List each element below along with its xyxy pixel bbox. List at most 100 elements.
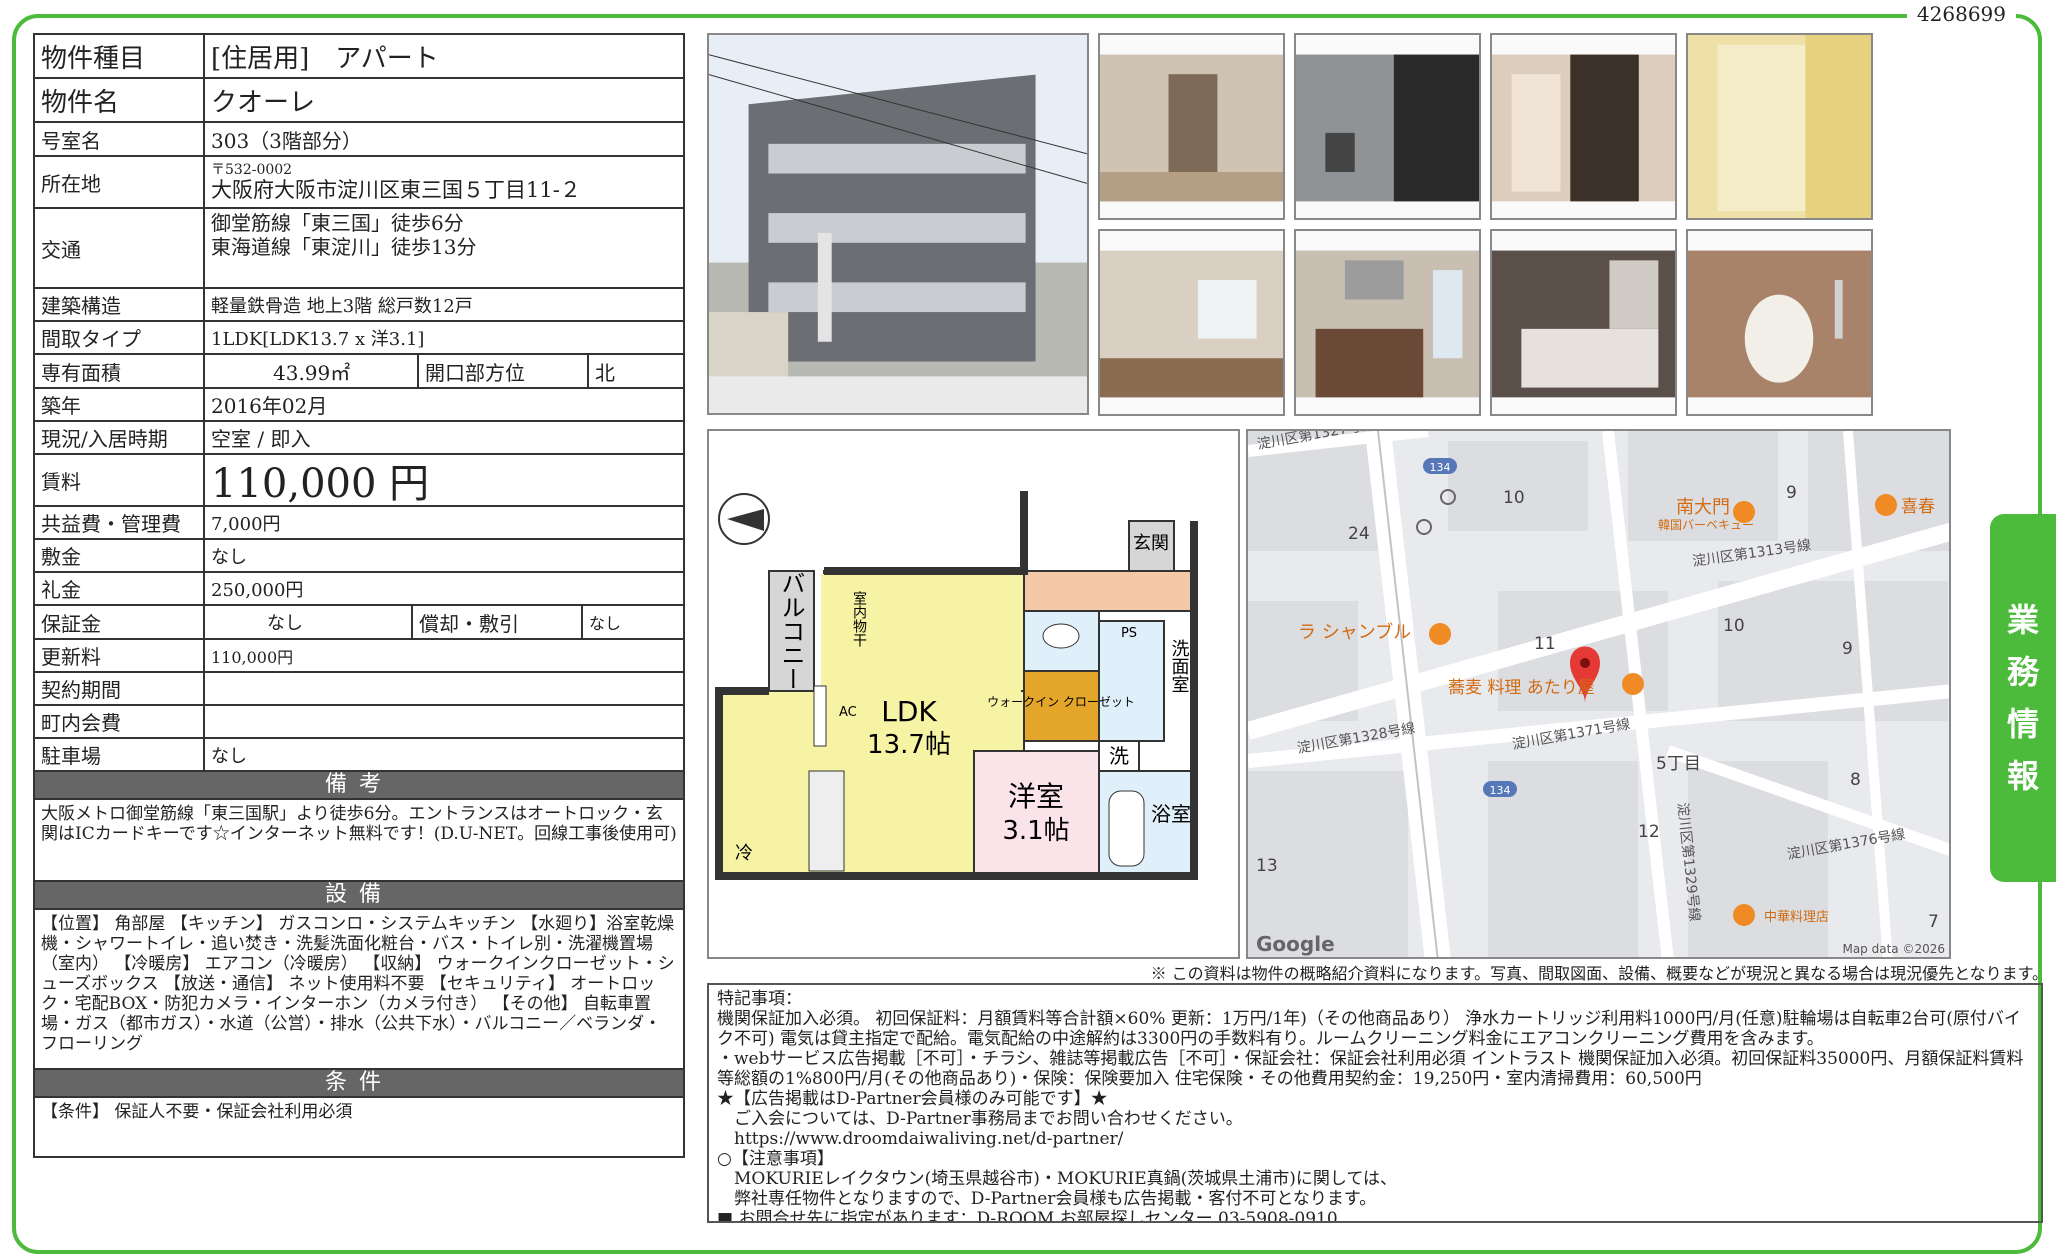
thumbnail-entrance[interactable] <box>1294 33 1481 220</box>
value-key-money: 250,000円 <box>211 579 304 601</box>
value-deposit: なし <box>211 546 247 568</box>
hallway-image <box>1100 35 1283 218</box>
row-deposit: 敷金 なし <box>35 540 683 573</box>
tab-char-4: 報 <box>2006 757 2039 795</box>
access-line-1: 御堂筋線「東三国」徒歩6分 <box>211 211 464 235</box>
entrance-image <box>1296 35 1479 218</box>
value-area: 43.99㎡ 開口部方位 北 <box>205 355 683 387</box>
row-area: 専有面積 43.99㎡ 開口部方位 北 <box>35 355 683 389</box>
conditions-body: 【条件】 保証人不要・保証会社利用必須 <box>41 1102 353 1122</box>
map-label-20: 12 <box>1638 822 1660 842</box>
amortization-value: なし <box>588 614 621 633</box>
area-value: 43.99㎡ <box>267 355 419 387</box>
label-room: 号室名 <box>35 123 205 155</box>
thumbnail-storage[interactable] <box>1686 33 1873 220</box>
value-room: 303（3階部分） <box>211 128 362 153</box>
ac-label: AC <box>839 705 857 720</box>
reference-number: 4268699 <box>1906 2 2016 26</box>
disclaimer-note: ※ この資料は物件の概略紹介資料になります。写真、間取図面、設備、概要などが現況… <box>1150 964 2048 983</box>
label-structure: 建築構造 <box>35 289 205 320</box>
thumbnail-toilet[interactable] <box>1686 229 1873 416</box>
thumbnail-hallway[interactable] <box>1098 33 1285 220</box>
kitchen-image <box>1296 231 1479 414</box>
row-key-money: 礼金 250,000円 <box>35 573 683 606</box>
map-label-19: 134 <box>1490 784 1511 797</box>
conditions-heading: 条件 <box>35 1070 683 1098</box>
western-room-size: 3.1帖 <box>1002 816 1069 846</box>
floor-plan[interactable]: バルコニー 室内物干 AC LDK 13.7帖 ウォークイン クローゼット 玄関… <box>707 429 1240 959</box>
row-town-fee: 町内会費 <box>35 706 683 739</box>
label-opening-direction: 開口部方位 <box>419 355 589 387</box>
row-built: 築年 2016年02月 <box>35 389 683 422</box>
special-remarks-box: 特記事項： 機関保証加入必須。 初回保証料：月額賃料等合計額×60% 更新：1万… <box>707 983 2043 1223</box>
row-name: 物件名 クオーレ <box>35 79 683 123</box>
tab-char-1: 業 <box>2006 601 2039 639</box>
label-rent: 賃料 <box>35 455 205 505</box>
special-remarks-line-6: ○【注意事項】 <box>717 1149 834 1169</box>
tab-char-2: 務 <box>2006 653 2039 691</box>
floor-plan-drawing: バルコニー 室内物干 AC LDK 13.7帖 ウォークイン クローゼット 玄関… <box>715 491 1198 880</box>
map-label-7: 9 <box>1786 483 1797 503</box>
exterior-image <box>709 35 1087 413</box>
map-label-4: 24 <box>1348 524 1370 544</box>
partner-url[interactable]: https://www.droomdaiwaliving.net/d-partn… <box>717 1129 2033 1149</box>
map-label-8: 喜春 <box>1901 497 1935 517</box>
value-fee: 7,000円 <box>211 513 281 535</box>
location-map[interactable]: 淀川区第1327号線 134 10 24 南大門 韓国バーベキュー 9 喜春 淀… <box>1246 429 1951 959</box>
row-address: 所在地 〒532-0002 大阪府大阪市淀川区東三国５丁目11-２ <box>35 157 683 209</box>
exterior-photo[interactable] <box>707 33 1089 415</box>
balcony-label: バルコニー <box>777 571 805 691</box>
label-town-fee: 町内会費 <box>35 706 205 737</box>
thumbnail-shoe-closet[interactable] <box>1490 33 1677 220</box>
value-renewal: 110,000円 <box>211 647 294 667</box>
map-attribution: Map data ©2026 <box>1842 942 1945 956</box>
business-info-tab[interactable]: 業 務 情 報 <box>1990 514 2056 882</box>
walk-in-closet-label: ウォークイン クローゼット <box>987 695 1135 709</box>
label-parking: 駐車場 <box>35 739 205 770</box>
washer-label: 洗 <box>1109 744 1129 768</box>
value-parking: なし <box>211 745 247 767</box>
map-label-11: 11 <box>1534 634 1556 654</box>
guarantee-value: なし <box>261 606 413 638</box>
special-remarks-line-2: ・webサービス広告掲載［不可］・チラシ、雑誌等掲載広告［不可］・保証会社：保証… <box>717 1049 2024 1089</box>
equipment-body: 【位置】 角部屋 【キッチン】 ガスコンロ・システムキッチン 【水廻り】浴室乾燥… <box>35 910 683 1070</box>
entrance-label: 玄関 <box>1133 533 1169 554</box>
map-canvas: 淀川区第1327号線 134 10 24 南大門 韓国バーベキュー 9 喜春 淀… <box>1248 431 1949 957</box>
label-contract: 契約期間 <box>35 673 205 704</box>
google-logo: Google <box>1256 932 1335 956</box>
value-rent: 110,000 円 <box>211 461 430 507</box>
spec-table: 物件種目 [住居用] アパート 物件名 クオーレ 号室名 303（3階部分） 所… <box>33 33 685 1158</box>
row-rent: 賃料 110,000 円 <box>35 455 683 507</box>
western-room-label: 洋室 <box>1008 780 1064 813</box>
equipment-heading: 設備 <box>35 882 683 910</box>
label-deposit: 敷金 <box>35 540 205 571</box>
value-address: 〒532-0002 大阪府大阪市淀川区東三国５丁目11-２ <box>205 157 683 207</box>
label-amortization: 償却・敷引 <box>413 606 583 638</box>
label-status: 現況/入居時期 <box>35 422 205 453</box>
remarks-heading: 備考 <box>35 772 683 800</box>
bath-label: 浴室 <box>1151 802 1191 826</box>
label-built: 築年 <box>35 389 205 420</box>
special-remarks-line-8: 弊社専任物件となりますので、D-Partner会員様も広告掲載・客付不可となりま… <box>717 1189 1377 1209</box>
wash-room-label: 洗面室 <box>1169 639 1190 693</box>
map-label-14: 蕎麦 料理 あたり屋 <box>1448 678 1595 698</box>
row-room: 号室名 303（3階部分） <box>35 123 683 157</box>
ldk-size: 13.7帖 <box>867 730 951 760</box>
special-remarks-line-9: ■ お問合せ先に指定があります：D-ROOM お部屋探しセンター 03-5908… <box>717 1209 1338 1223</box>
map-label-18: 8 <box>1850 770 1861 790</box>
thumbnail-bathroom[interactable] <box>1490 229 1677 416</box>
row-type: 物件種目 [住居用] アパート <box>35 35 683 79</box>
storage-image <box>1688 35 1871 218</box>
label-address: 所在地 <box>35 157 205 207</box>
value-town-fee <box>205 706 683 737</box>
row-layout: 間取タイプ 1LDK[LDK13.7 x 洋3.1] <box>35 322 683 355</box>
zip-code: 〒532-0002 <box>211 162 293 178</box>
thumbnail-living-room[interactable] <box>1098 229 1285 416</box>
thumbnail-kitchen[interactable] <box>1294 229 1481 416</box>
row-guarantee: 保証金 なし 償却・敷引 なし <box>35 606 683 640</box>
value-structure: 軽量鉄骨造 地上3階 総戸数12戸 <box>211 295 473 317</box>
label-layout: 間取タイプ <box>35 322 205 353</box>
map-label-25: 7 <box>1928 912 1939 932</box>
row-fee: 共益費・管理費 7,000円 <box>35 507 683 540</box>
living-room-image <box>1100 231 1283 414</box>
